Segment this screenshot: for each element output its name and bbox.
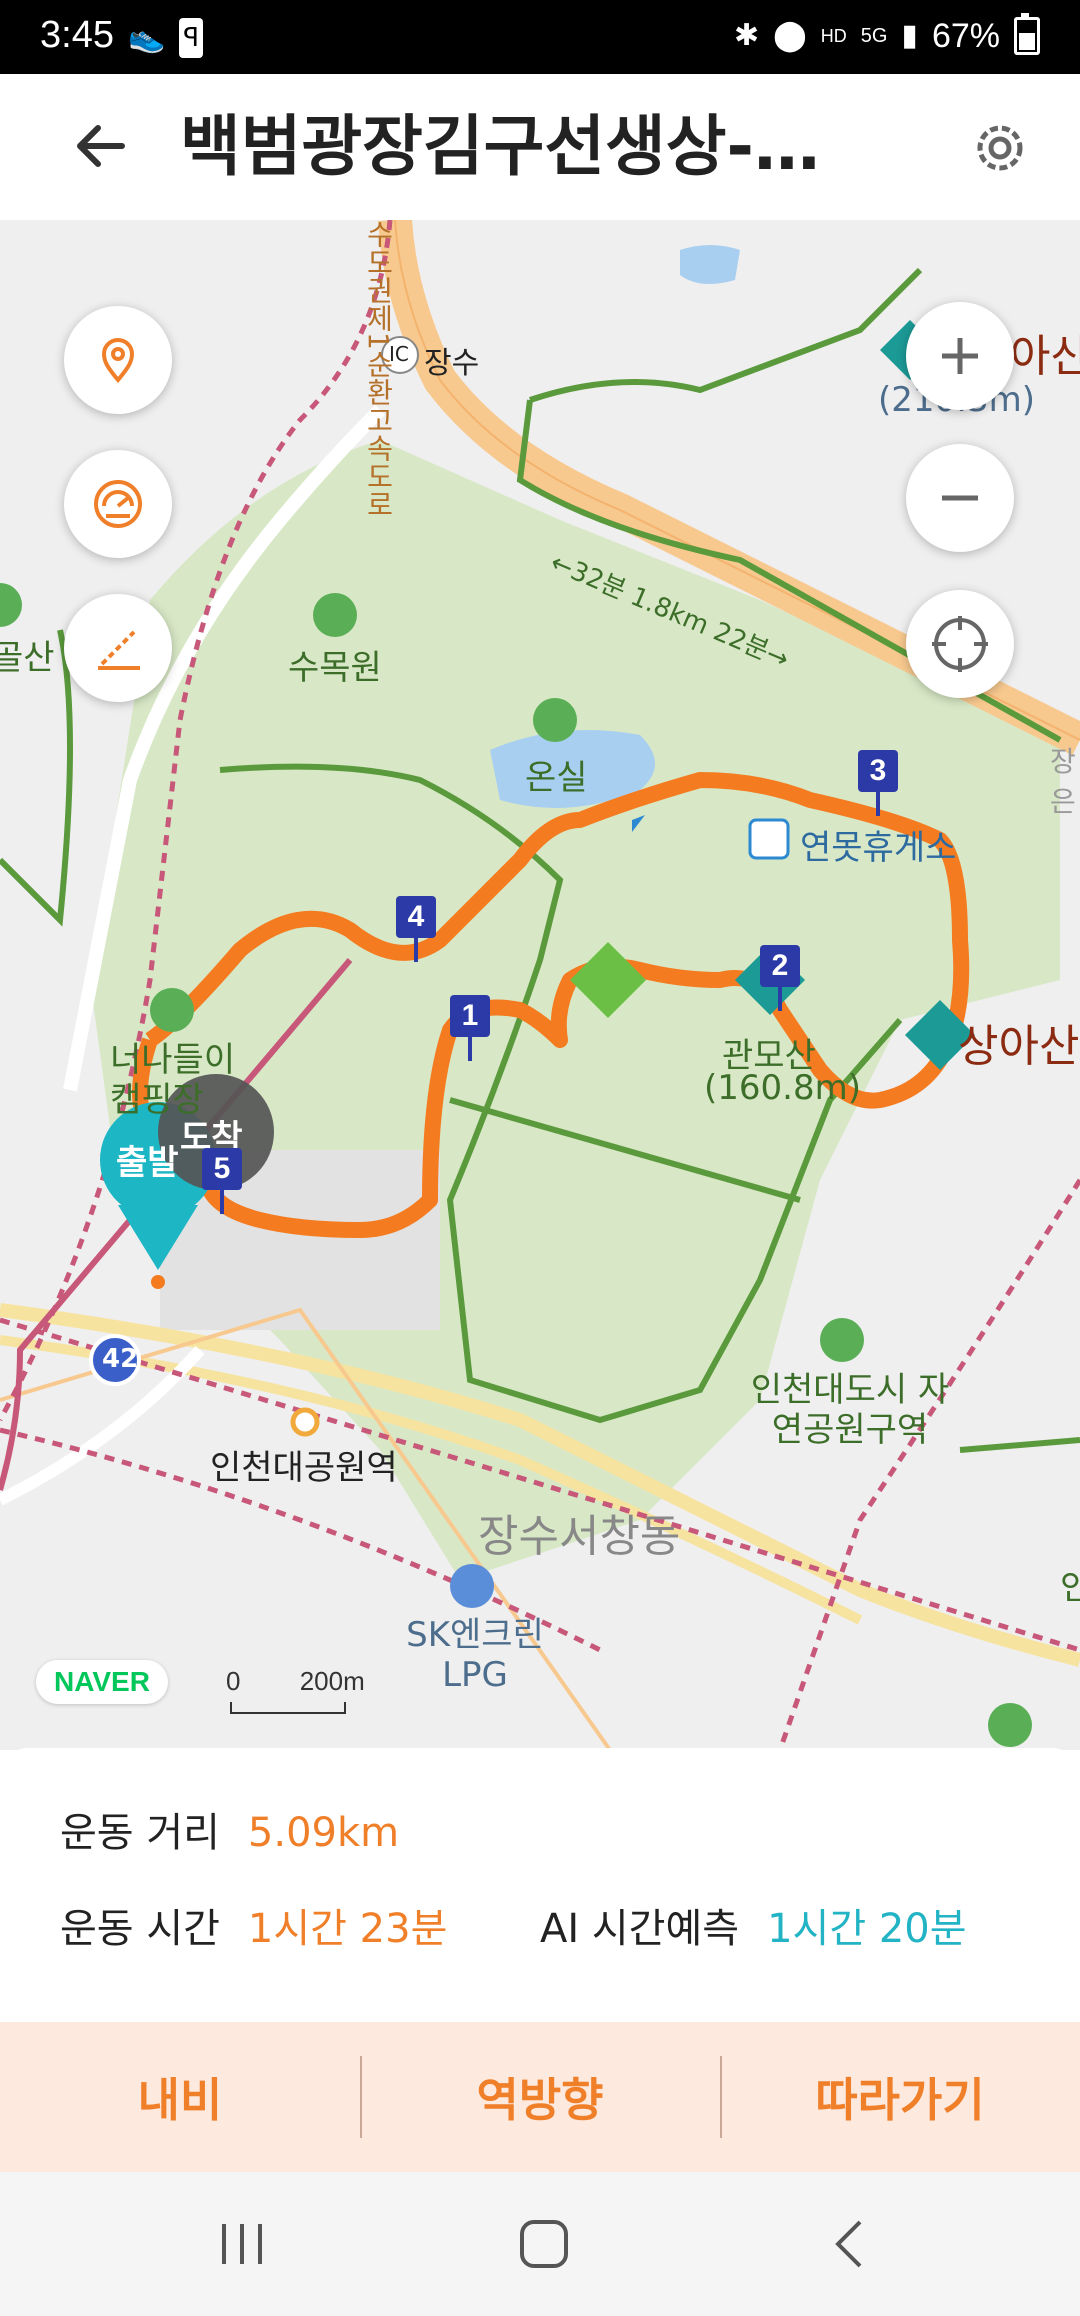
district-label: 장수서창동	[478, 1511, 681, 1562]
camping-icon	[150, 988, 194, 1032]
elevation-button[interactable]	[64, 594, 172, 702]
arboretum-label: 수목원	[288, 648, 382, 688]
time-label: 운동 시간	[60, 1906, 220, 1952]
map-scale: 0 200m	[226, 1666, 365, 1714]
minus-icon	[942, 495, 978, 501]
distance-stat: 운동 거리 5.09km	[60, 1800, 399, 1858]
waypoint-marker-1[interactable]: 1	[450, 995, 490, 1061]
peak-top-right-label: 아산	[1010, 331, 1080, 382]
crosshair-icon	[932, 616, 988, 672]
waypoint-marker-2[interactable]: 2	[760, 945, 800, 1011]
battery-icon	[1014, 13, 1040, 55]
follow-button[interactable]: 따라가기	[720, 2022, 1080, 2172]
waypoint-marker-5[interactable]: 5	[202, 1148, 242, 1214]
location-icon: ⬤	[773, 19, 807, 52]
sangasan-label: 상아산	[958, 1021, 1080, 1072]
park-icon-2	[988, 1703, 1032, 1747]
map-view[interactable]: 수도권제1순환고속도로 IC 장수 ←32분 1.8km 22분→ 아산 (21…	[0, 220, 1080, 1750]
action-bar: 내비 역방향 따라가기	[0, 2022, 1080, 2172]
settings-button[interactable]	[968, 116, 1032, 180]
distance-value: 5.09km	[247, 1810, 400, 1856]
greenhouse-icon	[533, 698, 577, 742]
distance-label: 운동 거리	[60, 1810, 220, 1856]
system-nav-bar	[0, 2172, 1080, 2316]
station-label: 인천대공원역	[210, 1448, 398, 1488]
start-label: 출발	[116, 1143, 179, 1183]
hd-voice-icon: HD	[820, 26, 847, 46]
back-nav-button[interactable]	[820, 2212, 884, 2276]
speedometer-icon	[94, 480, 142, 528]
greenhouse-label: 온실	[525, 758, 588, 798]
left-mountain-label: 골산	[0, 638, 55, 678]
stats-panel: 운동 거리 5.09km 운동 시간 1시간 23분 AI 시간예측 1시간 20분	[0, 1748, 1080, 2022]
park-icon	[820, 1318, 864, 1362]
home-button[interactable]	[512, 2212, 576, 2276]
app-header: 백범광장김구선생상-인…	[0, 74, 1080, 220]
plus-icon	[942, 338, 978, 374]
ic-label: IC	[389, 342, 409, 366]
zoom-in-button[interactable]	[906, 302, 1014, 410]
speedometer-button[interactable]	[64, 450, 172, 558]
time-value: 1시간 23분	[247, 1906, 448, 1952]
bluetooth-icon: ✱	[734, 19, 760, 52]
battery-percent: 67%	[931, 16, 1000, 55]
naver-logo: NAVER	[36, 1660, 168, 1704]
pond	[680, 245, 740, 284]
scale-bar	[230, 1702, 346, 1714]
status-time: 3:45	[40, 14, 114, 56]
ai-time-label: AI 시간예측	[540, 1906, 740, 1952]
ai-time-stat: AI 시간예측 1시간 20분	[540, 1896, 967, 1954]
page-title: 백범광장김구선생상-인…	[180, 108, 880, 185]
status-bar: 3:45 👟 ꟼ ✱ ⬤ HD 5G ▮ 67%	[0, 0, 1080, 74]
edge-right-label: 장은	[1050, 745, 1076, 818]
5g-icon: 5G	[860, 25, 888, 47]
gwanbosan-height-label: (160.8m)	[704, 1068, 861, 1108]
navigate-button[interactable]: 내비	[0, 2022, 360, 2172]
zoom-out-button[interactable]	[906, 444, 1014, 552]
elevation-icon	[98, 630, 140, 670]
reverse-button[interactable]: 역방향	[360, 2022, 720, 2172]
ai-time-value: 1시간 20분	[767, 1906, 967, 1952]
scale-zero: 0	[226, 1666, 241, 1696]
route-number-label: 42	[102, 1344, 139, 1374]
restaurant-icon	[748, 818, 790, 860]
back-arrow-icon	[77, 125, 125, 167]
arboretum-icon	[313, 593, 357, 637]
gas-station-icon	[450, 1564, 494, 1608]
recent-apps-icon	[222, 2224, 262, 2264]
gas-station-label: SK엔크린 LPG	[406, 1615, 544, 1695]
gear-icon	[977, 125, 1023, 171]
waypoint-marker-4[interactable]: 4	[396, 896, 436, 962]
my-location-button[interactable]	[906, 590, 1014, 698]
recent-apps-button[interactable]	[210, 2212, 274, 2276]
back-button[interactable]	[70, 114, 134, 178]
edge-right-bottom-label: 인	[1060, 1568, 1080, 1608]
rest-area-label: 연못휴게소	[800, 828, 957, 868]
waypoint-marker-3[interactable]: 3	[858, 750, 898, 816]
highway-label: 수도권제1순환고속도로	[362, 220, 395, 518]
scale-distance: 200m	[299, 1666, 365, 1696]
location-pin-button[interactable]	[64, 306, 172, 414]
shoe-icon: 👟	[128, 20, 166, 55]
park-area-label: 인천대도시 자연공원구역	[750, 1370, 950, 1450]
station-icon	[290, 1407, 320, 1437]
chevron-left-icon	[835, 2220, 862, 2268]
home-icon	[520, 2220, 568, 2268]
camping-label: 너나들이 캠핑장	[110, 1040, 236, 1120]
ic-name-label: 장수	[424, 346, 480, 381]
time-stat: 운동 시간 1시간 23분	[60, 1896, 447, 1954]
app-icon: ꟼ	[179, 18, 204, 58]
location-pin-icon	[101, 338, 135, 384]
signal-icon: ▮	[901, 19, 918, 52]
